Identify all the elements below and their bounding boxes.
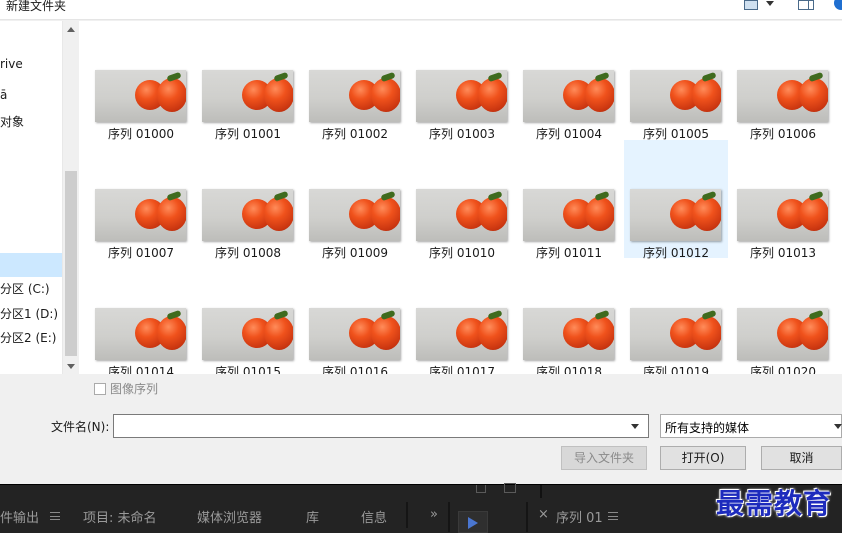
dialog-toolbar: 新建文件夹 [0,0,842,20]
filename-label: 文件名(N): [51,420,110,434]
file-type-select[interactable]: 所有支持的媒体 [660,414,842,438]
tab-library[interactable]: 库 [306,507,319,526]
nav-scrollbar[interactable] [62,21,78,374]
import-folder-button[interactable]: 导入文件夹 [561,446,647,470]
selection-tool-icon[interactable] [458,511,488,533]
file-name-label: 序列 01015 [215,365,281,374]
view-options-chevron-down-icon[interactable] [766,1,774,6]
file-thumbnail [309,308,400,360]
tab-info[interactable]: 信息 [361,507,387,526]
change-view-icon[interactable] [744,0,758,10]
close-sequence-icon[interactable]: × [538,507,549,522]
file-thumbnail [202,189,293,241]
nav-item-3d-objects[interactable]: 对象 [0,113,24,130]
preview-pane-icon[interactable] [798,0,814,10]
file-item[interactable]: 序列 01011 [517,140,621,260]
image-sequence-checkbox[interactable] [94,383,106,395]
file-item[interactable]: 序列 01017 [410,259,514,374]
file-name-label: 序列 01017 [429,365,495,374]
lift-icon[interactable] [476,485,486,493]
panel-divider [406,502,408,528]
file-thumbnail [737,308,828,360]
file-thumbnail [95,308,186,360]
tab-media-browser[interactable]: 媒体浏览器 [197,507,262,526]
nav-item-drive-e[interactable]: 分区2 (E:) [0,329,56,346]
file-thumbnail [202,308,293,360]
watermark-logo: 最需教育 [716,487,833,520]
file-thumbnail [737,70,828,122]
file-grid: 序列 01000 序列 01001 序列 01002 序列 01003 序列 01004… [79,21,842,374]
tab-render-output[interactable]: 件输出 [0,507,39,526]
file-thumbnail [416,70,507,122]
file-item[interactable]: 序列 01018 [517,259,621,374]
tab-project[interactable]: 项目: 未命名 [83,507,157,526]
scroll-thumb[interactable] [65,171,77,356]
navigation-pane: rive ā 对象 分区 (C:) 分区1 (D:) 分区2 (E:) [0,21,62,374]
file-item[interactable]: 序列 01016 [303,259,407,374]
file-item[interactable]: 序列 01008 [196,140,300,260]
file-item[interactable]: 序列 01000 [89,21,193,141]
file-type-chevron-down-icon[interactable] [834,424,842,429]
file-item[interactable]: 序列 01001 [196,21,300,141]
filename-history-chevron-down-icon[interactable] [631,424,639,429]
file-thumbnail [416,308,507,360]
file-item[interactable]: 序列 01010 [410,140,514,260]
file-thumbnail [630,308,721,360]
file-item[interactable]: 序列 01003 [410,21,514,141]
file-item[interactable]: 序列 01004 [517,21,621,141]
image-sequence-label: 图像序列 [110,382,159,396]
file-thumbnail [523,189,614,241]
nav-item-partial[interactable]: ā [0,88,7,102]
file-thumbnail [95,189,186,241]
file-thumbnail [630,70,721,122]
file-name-label: 序列 01014 [108,365,174,374]
new-folder-button[interactable]: 新建文件夹 [6,0,66,14]
file-name-label: 序列 01019 [643,365,709,374]
file-thumbnail [737,189,828,241]
file-item[interactable]: 序列 01013 [731,140,835,260]
sequence-menu-icon[interactable] [608,512,618,520]
panel-divider [448,502,450,532]
file-thumbnail [309,189,400,241]
tab-sequence[interactable]: 序列 01 [556,507,603,526]
file-thumbnail [202,70,293,122]
cancel-button[interactable]: 取消 [761,446,842,470]
panel-separator [540,485,542,499]
panel-divider [526,502,528,532]
filename-input[interactable] [113,414,649,438]
file-thumbnail [630,189,721,241]
file-thumbnail [523,308,614,360]
file-item[interactable]: 序列 01006 [731,21,835,141]
file-item[interactable]: 序列 01012 [624,140,728,260]
help-icon[interactable] [834,0,842,10]
export-frame-icon[interactable] [504,483,516,493]
file-thumbnail [416,189,507,241]
file-item[interactable]: 序列 01002 [303,21,407,141]
nav-item-drive-d[interactable]: 分区1 (D:) [0,305,58,322]
tabs-overflow-icon[interactable]: » [430,507,438,522]
file-thumbnail [523,70,614,122]
nav-selection-highlight [0,253,62,277]
open-file-dialog: 新建文件夹 rive ā 对象 分区 (C:) 分区1 (D:) 分区2 (E:… [0,0,842,484]
file-item[interactable]: 序列 01020 [731,259,835,374]
nav-item-drive[interactable]: rive [0,57,23,71]
file-name-label: 序列 01016 [322,365,388,374]
file-item[interactable]: 序列 01007 [89,140,193,260]
file-name-label: 序列 01020 [750,365,816,374]
scroll-up-icon[interactable] [67,27,75,32]
file-item[interactable]: 序列 01015 [196,259,300,374]
file-item[interactable]: 序列 01019 [624,259,728,374]
open-button[interactable]: 打开(O) [660,446,746,470]
file-thumbnail [95,70,186,122]
scroll-down-icon[interactable] [67,364,75,369]
file-name-label: 序列 01018 [536,365,602,374]
file-item[interactable]: 序列 01009 [303,140,407,260]
file-item[interactable]: 序列 01014 [89,259,193,374]
nav-item-drive-c[interactable]: 分区 (C:) [0,280,50,297]
file-thumbnail [309,70,400,122]
file-item[interactable]: 序列 01005 [624,21,728,141]
panel-menu-icon[interactable] [50,512,60,520]
